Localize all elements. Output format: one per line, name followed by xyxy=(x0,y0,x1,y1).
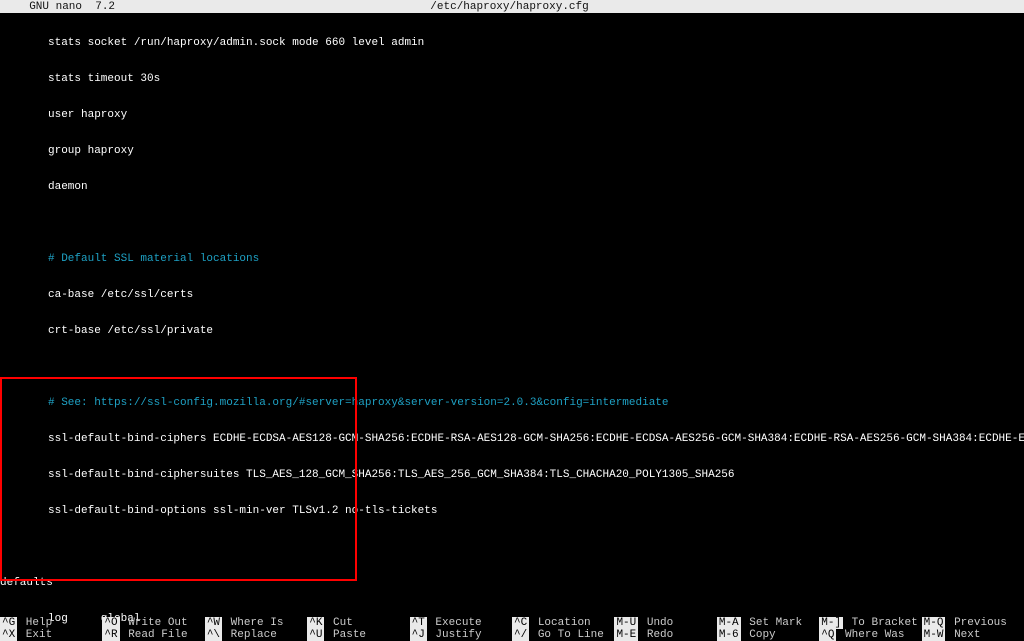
shortcut-item[interactable]: M-A Set Mark xyxy=(717,617,819,629)
config-line: ca-base /etc/ssl/certs xyxy=(0,289,1024,301)
shortcut-label: To Bracket xyxy=(845,617,918,629)
shortcut-label: Paste xyxy=(326,629,366,641)
config-line: crt-base /etc/ssl/private xyxy=(0,325,1024,337)
shortcut-key: ^K xyxy=(307,617,324,629)
shortcut-label: Exit xyxy=(19,629,52,641)
shortcut-key: ^J xyxy=(410,629,427,641)
shortcut-key: M-6 xyxy=(717,629,741,641)
shortcut-item[interactable]: ^\ Replace xyxy=(205,629,307,641)
shortcut-label: Where Was xyxy=(838,629,904,641)
shortcut-label: Next xyxy=(947,629,980,641)
config-line: ssl-default-bind-ciphers ECDHE-ECDSA-AES… xyxy=(0,433,1024,445)
shortcut-item[interactable]: ^U Paste xyxy=(307,629,409,641)
shortcut-key: ^C xyxy=(512,617,529,629)
config-line: group haproxy xyxy=(0,145,1024,157)
shortcut-item[interactable]: ^/ Go To Line xyxy=(512,629,614,641)
shortcut-label: Cut xyxy=(326,617,352,629)
shortcut-key: ^Q xyxy=(819,629,836,641)
shortcut-label: Go To Line xyxy=(531,629,604,641)
shortcut-item[interactable]: ^O Write Out xyxy=(102,617,204,629)
shortcut-item[interactable]: ^G Help xyxy=(0,617,102,629)
shortcut-key: M-W xyxy=(922,629,946,641)
shortcut-label: Redo xyxy=(640,629,673,641)
shortcut-key: ^X xyxy=(0,629,17,641)
shortcut-item[interactable]: ^K Cut xyxy=(307,617,409,629)
shortcut-item[interactable]: ^T Execute xyxy=(410,617,512,629)
config-line: user haproxy xyxy=(0,109,1024,121)
shortcut-label: Where Is xyxy=(224,617,283,629)
shortcut-label: Execute xyxy=(429,617,482,629)
editor-area[interactable]: stats socket /run/haproxy/admin.sock mod… xyxy=(0,13,1024,641)
shortcut-key: ^U xyxy=(307,629,324,641)
shortcut-key: ^R xyxy=(102,629,119,641)
config-comment: # See: https://ssl-config.mozilla.org/#s… xyxy=(0,397,1024,409)
shortcut-item[interactable]: ^Q Where Was xyxy=(819,629,921,641)
shortcut-key: M-U xyxy=(614,617,638,629)
shortcut-item[interactable]: M-U Undo xyxy=(614,617,716,629)
shortcut-key: ^/ xyxy=(512,629,529,641)
shortcut-key: ^\ xyxy=(205,629,222,641)
shortcut-key: M-A xyxy=(717,617,741,629)
shortcut-key: ^O xyxy=(102,617,119,629)
config-comment: # Default SSL material locations xyxy=(0,253,1024,265)
config-section: defaults xyxy=(0,577,1024,589)
shortcut-label: Replace xyxy=(224,629,277,641)
shortcut-label: Previous xyxy=(947,617,1006,629)
config-line: daemon xyxy=(0,181,1024,193)
shortcut-label: Set Mark xyxy=(743,617,802,629)
shortcut-key: ^W xyxy=(205,617,222,629)
shortcut-item[interactable]: ^R Read File xyxy=(102,629,204,641)
shortcut-key: M-Q xyxy=(922,617,946,629)
shortcut-key: ^T xyxy=(410,617,427,629)
nano-shortcut-bar: ^G Help^O Write Out^W Where Is^K Cut^T E… xyxy=(0,617,1024,641)
blank-line xyxy=(0,217,1024,229)
nano-app-name: GNU nano 7.2 xyxy=(0,1,115,13)
blank-line xyxy=(0,361,1024,373)
shortcut-item[interactable]: M-6 Copy xyxy=(717,629,819,641)
shortcut-label: Justify xyxy=(429,629,482,641)
shortcut-item[interactable]: ^C Location xyxy=(512,617,614,629)
shortcut-label: Write Out xyxy=(122,617,188,629)
nano-file-path: /etc/haproxy/haproxy.cfg xyxy=(430,1,588,13)
config-line: stats timeout 30s xyxy=(0,73,1024,85)
config-line: ssl-default-bind-options ssl-min-ver TLS… xyxy=(0,505,1024,517)
shortcut-key: ^G xyxy=(0,617,17,629)
shortcut-item[interactable]: M-W Next xyxy=(922,629,1024,641)
shortcut-label: Copy xyxy=(743,629,776,641)
config-line: stats socket /run/haproxy/admin.sock mod… xyxy=(0,37,1024,49)
shortcut-label: Help xyxy=(19,617,52,629)
config-line: ssl-default-bind-ciphersuites TLS_AES_12… xyxy=(0,469,1024,481)
shortcut-label: Location xyxy=(531,617,590,629)
blank-line xyxy=(0,541,1024,553)
shortcut-item[interactable]: ^X Exit xyxy=(0,629,102,641)
shortcut-label: Undo xyxy=(640,617,673,629)
shortcut-item[interactable]: M-Q Previous xyxy=(922,617,1024,629)
shortcut-item[interactable]: ^W Where Is xyxy=(205,617,307,629)
shortcut-item[interactable]: M-E Redo xyxy=(614,629,716,641)
nano-titlebar: GNU nano 7.2 /etc/haproxy/haproxy.cfg xyxy=(0,0,1024,13)
shortcut-key: M-E xyxy=(614,629,638,641)
shortcut-item[interactable]: ^J Justify xyxy=(410,629,512,641)
shortcut-key: M-] xyxy=(819,617,843,629)
shortcut-item[interactable]: M-] To Bracket xyxy=(819,617,921,629)
shortcut-label: Read File xyxy=(122,629,188,641)
